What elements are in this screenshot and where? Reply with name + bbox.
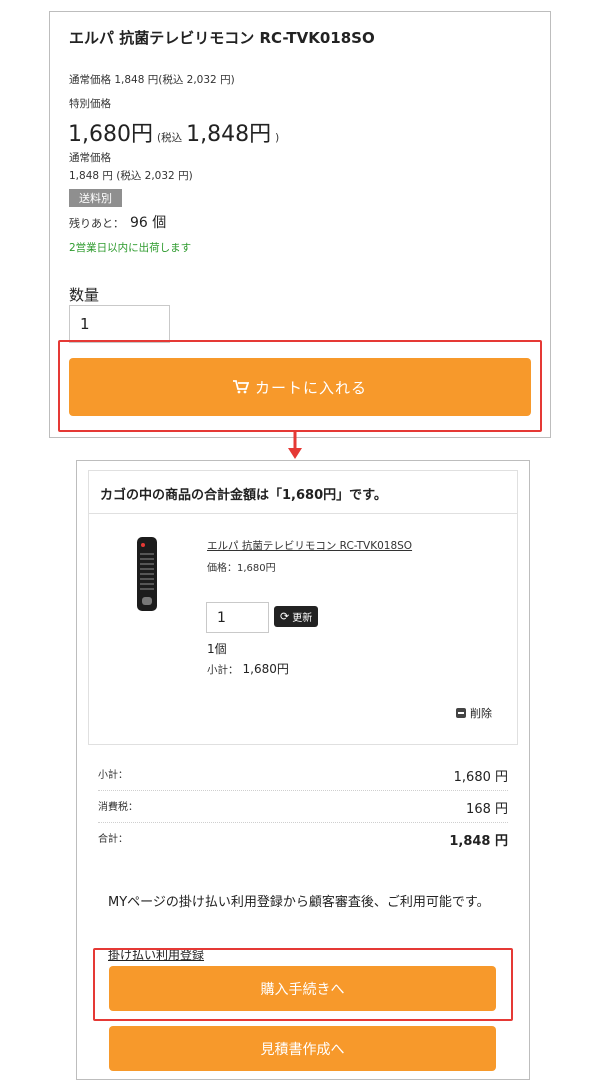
cart-qty-input[interactable]: 1 <box>206 602 269 633</box>
update-label: 更新 <box>292 613 313 624</box>
delete-label: 削除 <box>470 707 492 720</box>
summary-value: 1,680 円 <box>453 770 508 785</box>
refresh-icon: ⟳ <box>280 610 290 623</box>
quantity-value: 1 <box>80 315 90 333</box>
checkout-button[interactable]: 購入手続きへ <box>109 966 496 1011</box>
product-title: エルパ 抗菌テレビリモコン RC-TVK018SO <box>69 29 375 47</box>
subtotal-line-value: 1,680円 <box>242 662 289 676</box>
stock-label: 残りあと： <box>69 217 124 230</box>
special-price-tax-prefix: (税込 <box>156 132 183 144</box>
minus-square-icon <box>456 708 466 718</box>
special-price-label: 特別価格 <box>69 98 111 110</box>
summary-label: 合計： <box>98 834 128 845</box>
quantity-input[interactable]: 1 <box>69 305 170 343</box>
quantity-label: 数量 <box>69 286 100 304</box>
special-price-value: 1,680円 <box>68 122 153 147</box>
summary-value: 168 円 <box>466 802 508 817</box>
cart-qty-line: 1個 <box>207 642 227 656</box>
summary-separator <box>98 822 508 823</box>
remote-control-image <box>137 537 157 611</box>
summary-row-total: 合計： 1,848 円 <box>98 830 508 849</box>
cart-qty-value: 1 <box>217 609 226 626</box>
summary-label: 消費税： <box>98 802 138 813</box>
special-price: 1,680円 (税込 1,848円 ) <box>68 116 279 148</box>
cart-header: カゴの中の商品の合計金額は「1,680円」です。 <box>100 488 387 503</box>
special-price-tax-value: 1,848円 <box>186 122 272 147</box>
stock-row: 残りあと： 96 個 <box>69 212 166 232</box>
summary-divider <box>88 744 518 745</box>
subtotal-line-label: 小計： <box>207 664 239 676</box>
cart-icon <box>232 380 249 394</box>
checkout-label: 購入手続きへ <box>260 981 345 998</box>
normal-price-label: 通常価格 <box>69 152 111 164</box>
special-price-tax-suffix: ) <box>275 132 280 144</box>
estimate-label: 見積書作成へ <box>260 1041 345 1058</box>
add-to-cart-label: カートに入れる <box>254 378 367 397</box>
add-to-cart-button[interactable]: カートに入れる <box>69 358 531 416</box>
cart-item-price: 価格：1,680円 <box>207 563 276 574</box>
summary-label: 小計： <box>98 770 128 781</box>
update-button[interactable]: ⟳ 更新 <box>274 606 319 627</box>
summary-separator <box>98 790 508 791</box>
flow-arrow-icon <box>287 432 303 460</box>
cart-subtotal-line: 小計： 1,680円 <box>207 660 289 677</box>
normal-price-line: 通常価格 1,848 円(税込 2,032 円) <box>69 74 235 86</box>
shipping-note: 2営業日以内に出荷します <box>69 242 192 254</box>
delete-button[interactable]: 削除 <box>456 705 492 721</box>
summary-value: 1,848 円 <box>449 834 508 849</box>
credit-notice: MYページの掛け払い利用登録から顧客審査後、ご利用可能です。 <box>108 895 490 910</box>
summary-row-tax: 消費税： 168 円 <box>98 798 508 817</box>
estimate-button[interactable]: 見積書作成へ <box>109 1026 496 1071</box>
shipping-badge: 送料別 <box>69 189 122 207</box>
summary-row-subtotal: 小計： 1,680 円 <box>98 766 508 785</box>
cart-item-name-link[interactable]: エルパ 抗菌テレビリモコン RC-TVK018SO <box>207 538 412 553</box>
normal-price-value: 1,848 円 (税込 2,032 円) <box>69 170 193 182</box>
stock-count: 96 個 <box>130 215 167 231</box>
